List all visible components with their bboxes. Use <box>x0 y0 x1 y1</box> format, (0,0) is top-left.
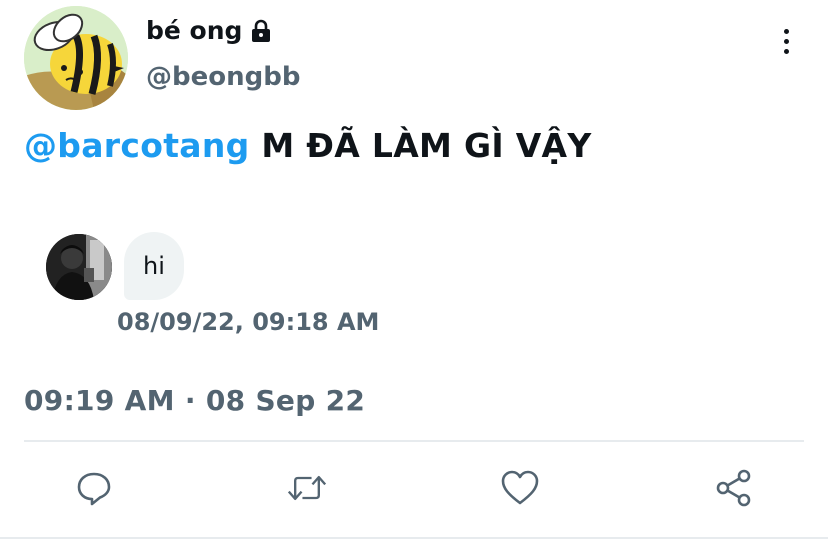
more-dot <box>783 48 789 54</box>
bottom-divider <box>0 537 828 539</box>
lock-icon <box>248 18 274 44</box>
author-avatar[interactable] <box>24 6 128 110</box>
share-icon <box>716 469 751 507</box>
tweet-text: @barcotang M ĐÃ LÀM GÌ VẬY <box>24 126 592 165</box>
like-button[interactable] <box>500 468 540 508</box>
author-display-name[interactable]: bé ong <box>146 16 242 45</box>
retweet-button[interactable] <box>287 468 327 508</box>
reply-button[interactable] <box>74 468 114 508</box>
bee-avatar-icon <box>24 6 128 110</box>
retweet-icon <box>287 475 327 501</box>
message-bubble: hi <box>124 232 184 300</box>
more-dot <box>783 28 789 34</box>
mention-link[interactable]: @barcotang <box>24 126 250 165</box>
message-timestamp: 08/09/22, 09:18 AM <box>117 308 380 336</box>
author-display-name-row[interactable]: bé ong <box>146 16 274 45</box>
person-photo-avatar-icon <box>46 234 112 300</box>
more-dot <box>783 38 789 44</box>
comment-icon <box>77 472 111 506</box>
tweet-timestamp[interactable]: 09:19 AM · 08 Sep 22 <box>24 384 365 417</box>
tweet-body: M ĐÃ LÀM GÌ VẬY <box>261 126 592 165</box>
share-button[interactable] <box>714 468 754 508</box>
heart-icon <box>501 470 539 505</box>
divider <box>24 440 804 442</box>
message-sender-avatar[interactable] <box>46 234 112 300</box>
more-options-button[interactable] <box>772 24 800 58</box>
author-handle[interactable]: @beongbb <box>146 62 300 92</box>
message-text: hi <box>143 252 165 280</box>
